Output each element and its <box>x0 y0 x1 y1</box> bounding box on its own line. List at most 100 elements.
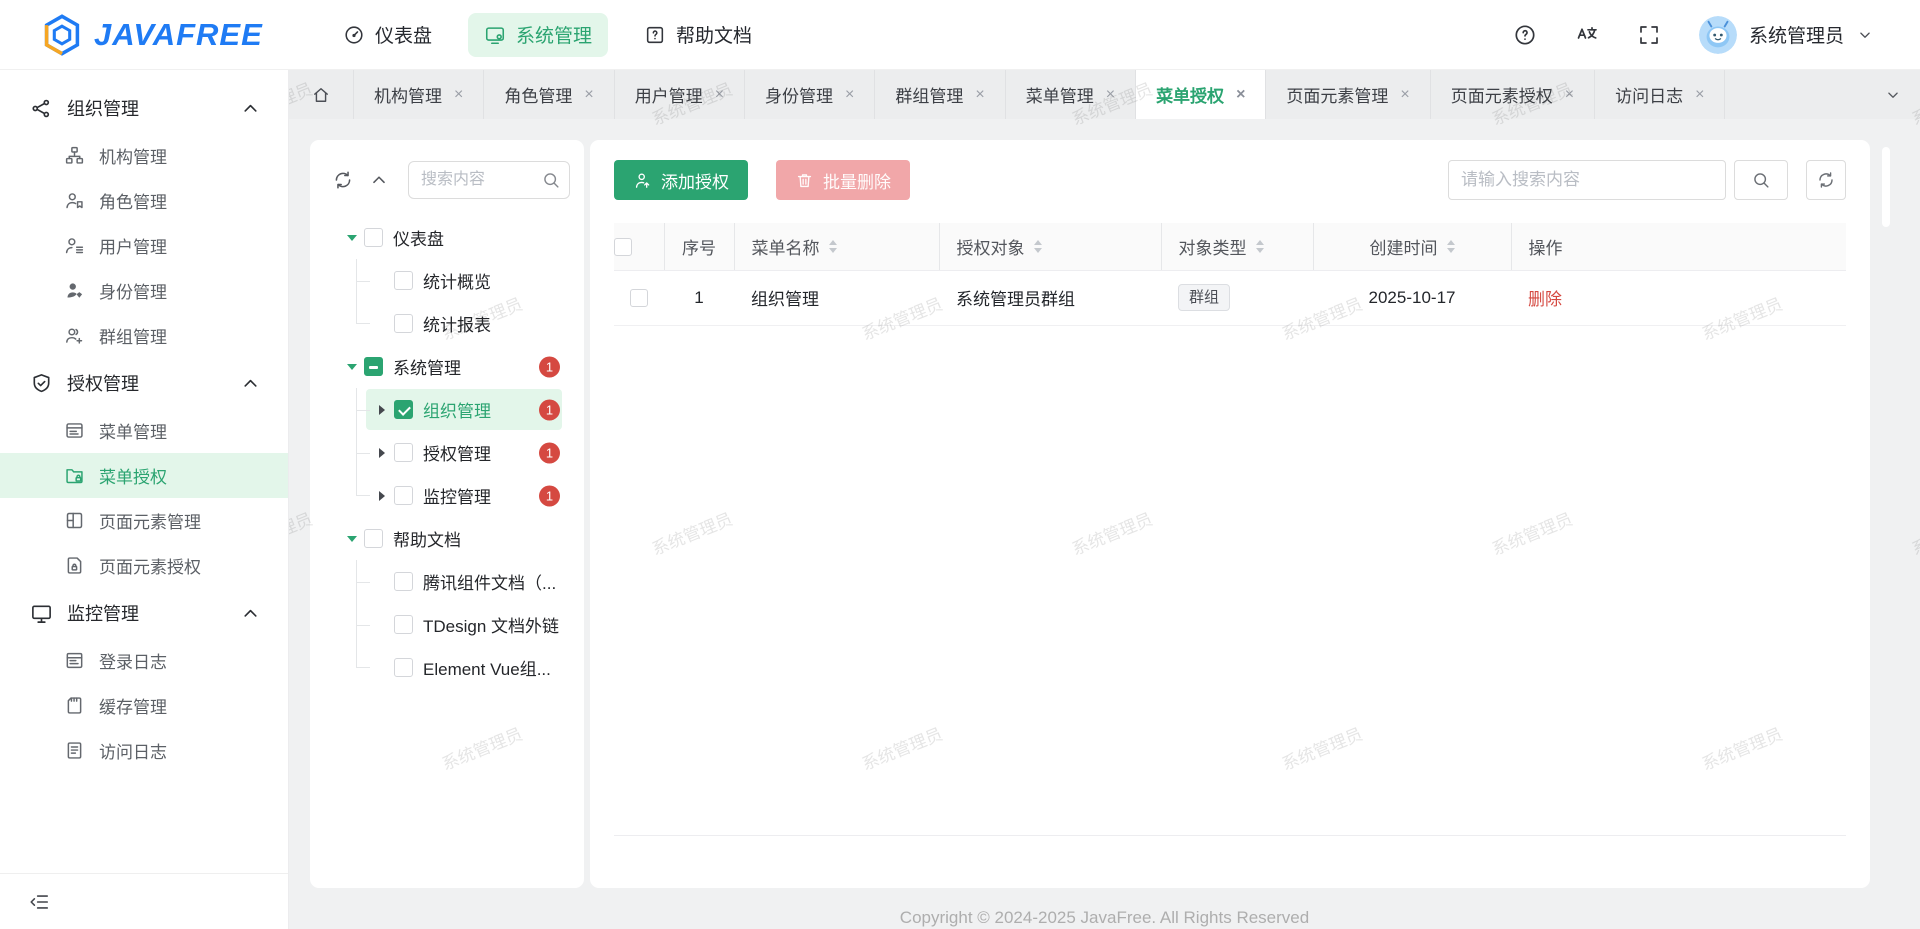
collapse-all-chevron-up-icon[interactable] <box>368 169 390 191</box>
column-header[interactable]: 菜单名称 <box>734 223 939 270</box>
tree-caret-icon[interactable] <box>372 486 391 505</box>
sort-icon[interactable] <box>1034 240 1042 253</box>
close-icon[interactable]: × <box>1695 87 1704 103</box>
tab[interactable]: 机构管理 × <box>354 70 484 119</box>
tree-checkbox[interactable] <box>394 271 413 290</box>
close-icon[interactable]: × <box>1565 87 1574 103</box>
sidebar-item[interactable]: 用户管理 <box>0 223 288 268</box>
table-search-input[interactable] <box>1448 160 1726 200</box>
close-icon[interactable]: × <box>1106 87 1115 103</box>
close-icon[interactable]: × <box>975 87 984 103</box>
collapse-sidebar-icon[interactable] <box>28 891 50 913</box>
tree-checkbox[interactable] <box>364 228 383 247</box>
tree-checkbox[interactable] <box>394 658 413 677</box>
tree-checkbox[interactable] <box>364 529 383 548</box>
sidebar-item[interactable]: 页面元素授权 <box>0 543 288 588</box>
nav-item[interactable]: 系统管理 <box>468 13 608 57</box>
chevron-up-icon[interactable] <box>239 602 262 625</box>
column-header[interactable]: 序号 <box>664 223 734 270</box>
sidebar-item[interactable]: 缓存管理 <box>0 683 288 728</box>
sidebar-item[interactable]: 菜单管理 <box>0 408 288 453</box>
tree-node[interactable]: Element Vue组... <box>326 646 570 689</box>
tree-node[interactable]: 统计报表 <box>326 302 570 345</box>
tree-node[interactable]: 仪表盘 <box>326 216 570 259</box>
sidebar-item[interactable]: 菜单授权 <box>0 453 288 498</box>
help-circle-icon[interactable] <box>1513 23 1537 47</box>
nav-item[interactable]: 帮助文档 <box>628 13 768 57</box>
column-header[interactable]: 操作 <box>1511 223 1846 270</box>
tree-node[interactable]: 腾讯组件文档（... <box>326 560 570 603</box>
close-icon[interactable]: × <box>1236 87 1245 103</box>
column-header[interactable]: 授权对象 <box>939 223 1161 270</box>
tree-checkbox[interactable] <box>394 443 413 462</box>
tree-caret-icon[interactable] <box>372 271 391 290</box>
column-header[interactable]: 对象类型 <box>1161 223 1313 270</box>
tree-node[interactable]: 组织管理 1 <box>326 388 570 431</box>
tab-more-chevron-down-icon[interactable] <box>1884 70 1908 119</box>
tab[interactable]: 菜单管理 × <box>1006 70 1136 119</box>
tab[interactable]: 页面元素授权 × <box>1431 70 1595 119</box>
table-row[interactable]: 1 组织管理 系统管理员群组 群组 2025-10-17 删除 <box>614 270 1846 325</box>
tree-node[interactable]: 系统管理 1 <box>326 345 570 388</box>
tree-caret-icon[interactable] <box>372 443 391 462</box>
close-icon[interactable]: × <box>584 87 593 103</box>
sidebar-item[interactable]: 机构管理 <box>0 133 288 178</box>
sidebar-item[interactable]: 授权管理 <box>0 358 288 408</box>
close-icon[interactable]: × <box>1400 87 1409 103</box>
tree-node[interactable]: 授权管理 1 <box>326 431 570 474</box>
tree-caret-icon[interactable] <box>372 572 391 591</box>
sidebar-item[interactable]: 身份管理 <box>0 268 288 313</box>
sidebar-item[interactable]: 登录日志 <box>0 638 288 683</box>
tree-checkbox[interactable] <box>394 615 413 634</box>
tree-checkbox[interactable] <box>394 314 413 333</box>
translate-icon[interactable] <box>1575 23 1599 47</box>
refresh-icon[interactable] <box>332 169 354 191</box>
batch-delete-button[interactable]: 批量删除 <box>776 160 910 200</box>
close-icon[interactable]: × <box>845 87 854 103</box>
tree-caret-icon[interactable] <box>372 658 391 677</box>
sidebar-item[interactable]: 监控管理 <box>0 588 288 638</box>
tab[interactable]: 身份管理 × <box>745 70 875 119</box>
tab[interactable]: 页面元素管理 × <box>1266 70 1430 119</box>
tab[interactable]: 用户管理 × <box>615 70 745 119</box>
user-menu[interactable]: 系统管理员 <box>1699 16 1874 54</box>
tab-home[interactable] <box>289 70 354 119</box>
tree-checkbox[interactable] <box>394 486 413 505</box>
tree-caret-icon[interactable] <box>372 400 391 419</box>
tree-checkbox[interactable] <box>364 357 383 376</box>
nav-item[interactable]: 仪表盘 <box>327 13 448 57</box>
row-checkbox[interactable] <box>630 289 648 307</box>
sidebar-item[interactable]: 组织管理 <box>0 83 288 133</box>
table-refresh-button[interactable] <box>1806 160 1846 200</box>
tree-caret-icon[interactable] <box>342 228 361 247</box>
add-authorization-button[interactable]: 添加授权 <box>614 160 748 200</box>
scrollbar-thumb[interactable] <box>1882 147 1890 227</box>
sidebar-item[interactable]: 角色管理 <box>0 178 288 223</box>
tab[interactable]: 群组管理 × <box>875 70 1005 119</box>
chevron-up-icon[interactable] <box>239 97 262 120</box>
sort-icon[interactable] <box>829 240 837 253</box>
tree-node[interactable]: 帮助文档 <box>326 517 570 560</box>
tab[interactable]: 菜单授权 × <box>1136 70 1266 119</box>
sort-icon[interactable] <box>1447 240 1455 253</box>
select-all-checkbox[interactable] <box>614 238 632 256</box>
sidebar-item[interactable]: 群组管理 <box>0 313 288 358</box>
sidebar-item[interactable]: 页面元素管理 <box>0 498 288 543</box>
tree-node[interactable]: 监控管理 1 <box>326 474 570 517</box>
tree-node[interactable]: TDesign 文档外链 <box>326 603 570 646</box>
close-icon[interactable]: × <box>715 87 724 103</box>
tab[interactable]: 角色管理 × <box>484 70 614 119</box>
tab[interactable]: 访问日志 × <box>1595 70 1725 119</box>
search-button[interactable] <box>1734 160 1788 200</box>
tree-caret-icon[interactable] <box>342 529 361 548</box>
tree-caret-icon[interactable] <box>372 615 391 634</box>
sidebar-item[interactable]: 访问日志 <box>0 728 288 773</box>
tree-caret-icon[interactable] <box>342 357 361 376</box>
tree-node[interactable]: 统计概览 <box>326 259 570 302</box>
tree-checkbox[interactable] <box>394 400 413 419</box>
column-header[interactable]: 创建时间 <box>1313 223 1511 270</box>
fullscreen-icon[interactable] <box>1637 23 1661 47</box>
chevron-up-icon[interactable] <box>239 372 262 395</box>
tree-caret-icon[interactable] <box>372 314 391 333</box>
close-icon[interactable]: × <box>454 87 463 103</box>
